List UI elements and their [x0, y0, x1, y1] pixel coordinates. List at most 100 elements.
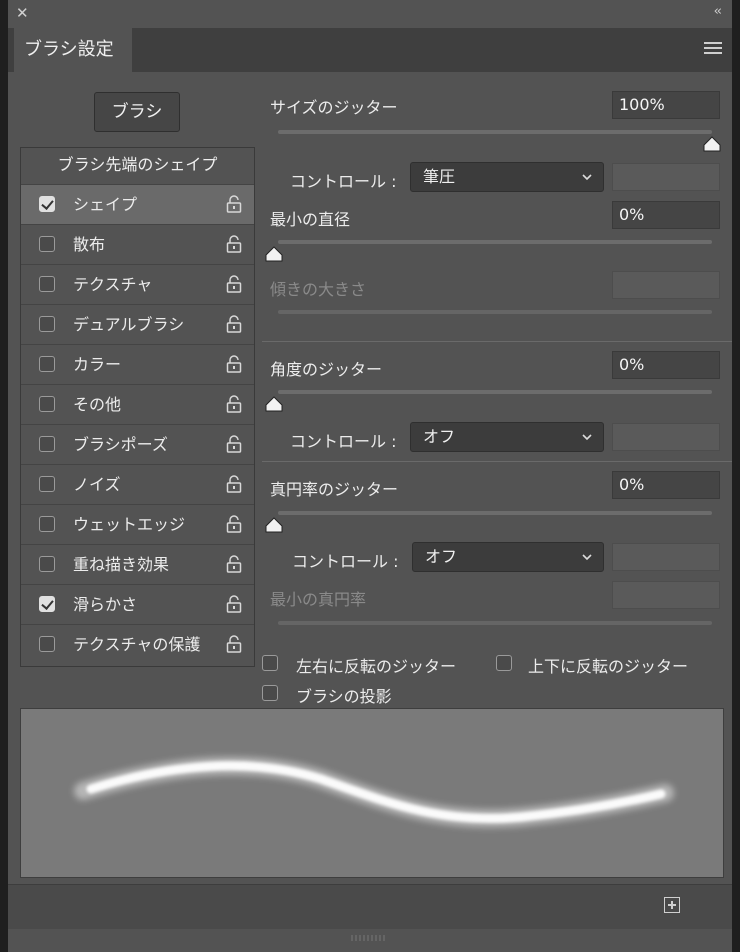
unlock-icon[interactable] — [226, 555, 242, 573]
list-item-checkbox[interactable] — [39, 596, 55, 612]
min-diameter-slider-thumb[interactable] — [264, 246, 284, 262]
size-control-value: 筆圧 — [423, 167, 456, 186]
size-control-label: コントロール : — [290, 172, 397, 191]
list-item-label: その他 — [73, 395, 122, 414]
list-item-label: シェイプ — [73, 195, 138, 214]
list-item-label: ノイズ — [73, 475, 121, 494]
list-item[interactable]: その他 — [21, 384, 254, 424]
list-item-label: ブラシポーズ — [73, 435, 168, 454]
brush-tip-shape-header[interactable]: ブラシ先端のシェイプ — [21, 148, 254, 182]
roundness-control-label: コントロール : — [292, 552, 399, 571]
roundness-jitter-label: 真円率のジッター — [270, 480, 399, 499]
flip-x-label: 左右に反転のジッター — [296, 657, 457, 676]
size-control-select[interactable]: 筆圧 — [410, 162, 604, 192]
min-roundness-slider — [278, 621, 712, 625]
angle-jitter-slider[interactable] — [278, 390, 712, 394]
list-item-checkbox[interactable] — [39, 556, 55, 572]
list-item-checkbox[interactable] — [39, 196, 55, 212]
list-item-checkbox[interactable] — [39, 276, 55, 292]
chevron-down-icon — [582, 554, 592, 561]
panel-footer — [8, 884, 732, 929]
angle-control-label: コントロール : — [290, 432, 397, 451]
min-roundness-label: 最小の真円率 — [270, 590, 367, 609]
roundness-control-select[interactable]: オフ — [412, 542, 604, 572]
roundness-jitter-field[interactable]: 0% — [612, 471, 720, 499]
unlock-icon[interactable] — [226, 355, 242, 373]
size-control-extra-field — [612, 163, 720, 191]
roundness-control-extra-field — [612, 543, 720, 571]
list-item[interactable]: 重ね描き効果 — [21, 544, 254, 584]
brush-stroke-preview — [20, 708, 724, 878]
angle-jitter-slider-thumb[interactable] — [264, 396, 284, 412]
divider — [262, 461, 732, 462]
unlock-icon[interactable] — [226, 235, 242, 253]
tab-brush-settings[interactable]: ブラシ設定 — [14, 28, 132, 72]
list-item[interactable]: ブラシポーズ — [21, 424, 254, 464]
list-item[interactable]: ノイズ — [21, 464, 254, 504]
size-jitter-slider[interactable] — [278, 130, 712, 134]
chevron-down-icon — [582, 174, 592, 181]
list-item[interactable]: ウェットエッジ — [21, 504, 254, 544]
tab-bar: ブラシ設定 — [8, 28, 732, 72]
list-item-checkbox[interactable] — [39, 436, 55, 452]
min-diameter-label: 最小の直径 — [270, 210, 351, 229]
list-item[interactable]: テクスチャ — [21, 264, 254, 304]
list-item[interactable]: シェイプ — [21, 184, 254, 224]
list-item-checkbox[interactable] — [39, 316, 55, 332]
close-icon[interactable]: ✕ — [16, 4, 29, 22]
min-roundness-field — [612, 581, 720, 609]
unlock-icon[interactable] — [226, 435, 242, 453]
list-item-checkbox[interactable] — [39, 356, 55, 372]
roundness-control-value: オフ — [425, 547, 458, 566]
roundness-jitter-slider-thumb[interactable] — [264, 517, 284, 533]
brush-projection-checkbox[interactable] — [262, 685, 278, 701]
min-diameter-field[interactable]: 0% — [612, 201, 720, 229]
double-chevron-icon[interactable]: ‹‹ — [714, 4, 723, 19]
unlock-icon[interactable] — [226, 515, 242, 533]
roundness-jitter-slider[interactable] — [278, 511, 712, 515]
unlock-icon[interactable] — [226, 595, 242, 613]
flip-y-checkbox[interactable] — [496, 655, 512, 671]
angle-control-extra-field — [612, 423, 720, 451]
size-jitter-slider-thumb[interactable] — [702, 136, 722, 152]
brush-stroke-image — [74, 757, 674, 828]
list-item-checkbox[interactable] — [39, 516, 55, 532]
unlock-icon[interactable] — [226, 195, 242, 213]
list-item[interactable]: 散布 — [21, 224, 254, 264]
list-item-checkbox[interactable] — [39, 636, 55, 652]
list-item-label: ウェットエッジ — [73, 515, 186, 534]
resize-grip[interactable] — [348, 934, 388, 942]
brushes-button[interactable]: ブラシ — [94, 92, 180, 132]
angle-control-select[interactable]: オフ — [410, 422, 604, 452]
min-diameter-slider[interactable] — [278, 240, 712, 244]
panel-titlebar: ✕ ‹‹ — [8, 0, 732, 28]
list-item[interactable]: カラー — [21, 344, 254, 384]
list-item[interactable]: 滑らかさ — [21, 584, 254, 624]
tilt-scale-label: 傾きの大きさ — [270, 280, 367, 299]
list-item[interactable]: デュアルブラシ — [21, 304, 254, 344]
list-item-label: 重ね描き効果 — [73, 555, 170, 574]
unlock-icon[interactable] — [226, 635, 242, 653]
panel-menu-icon[interactable] — [704, 42, 722, 54]
unlock-icon[interactable] — [226, 395, 242, 413]
new-brush-icon[interactable] — [664, 897, 680, 913]
unlock-icon[interactable] — [226, 475, 242, 493]
flip-x-checkbox[interactable] — [262, 655, 278, 671]
list-item-label: テクスチャの保護 — [73, 635, 201, 654]
divider — [262, 341, 732, 342]
flip-y-label: 上下に反転のジッター — [528, 657, 689, 676]
list-item[interactable]: テクスチャの保護 — [21, 624, 254, 664]
brush-settings-panel: ✕ ‹‹ ブラシ設定 ブラシ ブラシ先端のシェイプ シェイプ散布テクスチャデュア… — [8, 0, 732, 952]
tilt-scale-field — [612, 271, 720, 299]
unlock-icon[interactable] — [226, 275, 242, 293]
list-item-checkbox[interactable] — [39, 476, 55, 492]
list-item-checkbox[interactable] — [39, 396, 55, 412]
list-item-label: テクスチャ — [73, 275, 153, 294]
list-item-checkbox[interactable] — [39, 236, 55, 252]
list-item-label: カラー — [73, 355, 122, 374]
size-jitter-field[interactable]: 100% — [612, 91, 720, 119]
angle-jitter-field[interactable]: 0% — [612, 351, 720, 379]
unlock-icon[interactable] — [226, 315, 242, 333]
brush-options-list: ブラシ先端のシェイプ シェイプ散布テクスチャデュアルブラシカラーその他ブラシポー… — [20, 147, 255, 667]
angle-control-value: オフ — [423, 427, 456, 446]
